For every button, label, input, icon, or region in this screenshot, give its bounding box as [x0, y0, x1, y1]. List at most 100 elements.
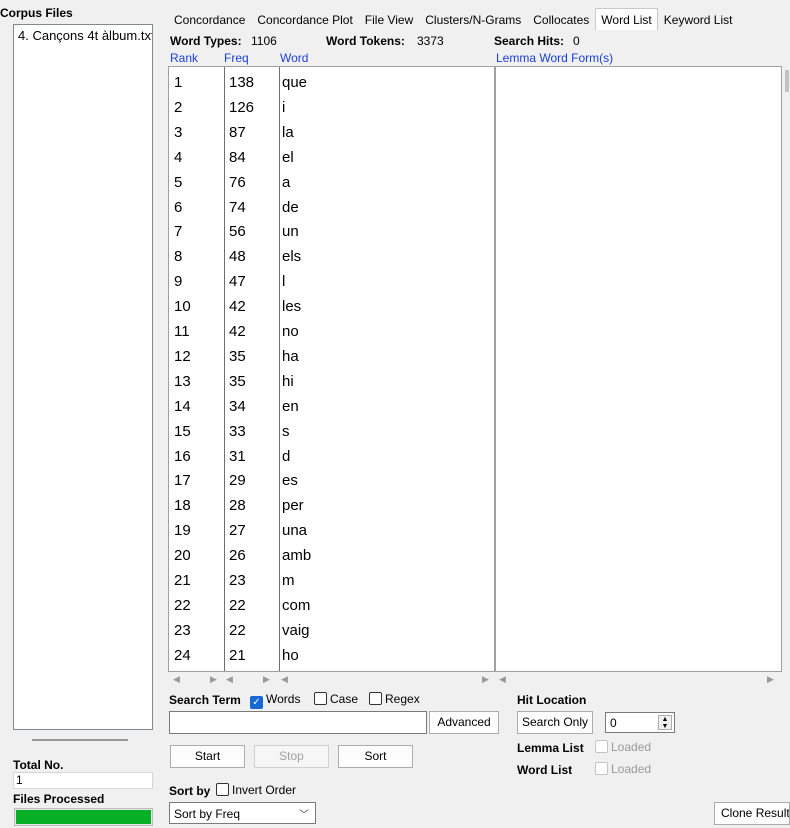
column-header-freq[interactable]: Freq [224, 51, 249, 65]
freq-cell: 74 [229, 198, 246, 216]
word-cell: d [282, 447, 291, 465]
word-cell: el [282, 148, 294, 166]
scroll-right-icon[interactable]: ▶ [210, 674, 217, 685]
freq-cell: 84 [229, 148, 246, 166]
lemma-column-hscrollbar[interactable]: ◀ ▶ [495, 674, 782, 686]
rank-cell: 2 [174, 98, 183, 116]
start-button[interactable]: Start [170, 745, 245, 768]
stop-button[interactable]: Stop [254, 745, 329, 768]
word-list-table[interactable]: 1 138 que 2 126 i 3 87 la 4 84 el 5 76 a 6 74 de 7 56 un 8 48 e… [168, 66, 495, 672]
table-row[interactable]: 6 74 de [169, 194, 494, 218]
checkbox-box[interactable] [369, 692, 382, 705]
lemma-word-form-pane[interactable] [495, 66, 782, 672]
freq-cell: 33 [229, 422, 246, 440]
column-header-lemma[interactable]: Lemma Word Form(s) [496, 51, 613, 65]
freq-cell: 47 [229, 273, 246, 291]
chevron-down-icon[interactable]: ﹀ [299, 806, 309, 821]
table-row[interactable]: 17 29 es [169, 467, 494, 491]
table-row[interactable]: 8 48 els [169, 243, 494, 267]
table-row[interactable]: 12 35 ha [169, 343, 494, 367]
search-hits-value: 0 [573, 34, 580, 48]
word-list-loaded-checkbox: Loaded [595, 762, 651, 776]
search-term-input[interactable] [169, 711, 427, 734]
corpus-files-header: Corpus Files [0, 6, 73, 20]
table-row[interactable]: 7 56 un [169, 218, 494, 242]
tab-file-view[interactable]: File View [359, 8, 419, 30]
corpus-file-item[interactable]: 4. Cançons 4t àlbum.txt [14, 25, 152, 46]
table-row[interactable]: 16 31 d [169, 443, 494, 467]
rank-column-hscrollbar[interactable]: ◀ ▶ [168, 674, 223, 686]
table-row[interactable]: 15 33 s [169, 418, 494, 442]
words-checkbox[interactable]: ✓ Words [250, 692, 300, 709]
table-row[interactable]: 14 34 en [169, 393, 494, 417]
freq-column-hscrollbar[interactable]: ◀ ▶ [223, 674, 278, 686]
scroll-left-icon[interactable]: ◀ [281, 674, 288, 685]
corpus-file-list[interactable]: 4. Cançons 4t àlbum.txt [13, 24, 153, 730]
spin-arrows-icon[interactable]: ▲ ▼ [658, 715, 672, 730]
sort-button[interactable]: Sort [338, 745, 413, 768]
hit-location-value[interactable]: 0 [610, 716, 617, 730]
table-row[interactable]: 3 87 la [169, 119, 494, 143]
advanced-button[interactable]: Advanced [429, 711, 499, 734]
table-row[interactable]: 2 126 i [169, 94, 494, 118]
scroll-right-icon[interactable]: ▶ [263, 674, 270, 685]
column-header-word[interactable]: Word [280, 51, 308, 65]
word-cell: s [282, 422, 290, 440]
clone-results-button[interactable]: Clone Results [714, 802, 790, 825]
checkbox-box[interactable] [216, 783, 229, 796]
rank-cell: 16 [174, 447, 191, 465]
table-row[interactable]: 11 42 no [169, 318, 494, 342]
word-cell: es [282, 472, 298, 490]
rank-cell: 19 [174, 522, 191, 540]
checkmark-icon[interactable]: ✓ [250, 696, 263, 709]
table-row[interactable]: 19 27 una [169, 517, 494, 541]
table-row[interactable]: 10 42 les [169, 293, 494, 317]
scroll-left-icon[interactable]: ◀ [173, 674, 180, 685]
table-row[interactable]: 5 76 a [169, 169, 494, 193]
table-row[interactable]: 23 22 vaig [169, 617, 494, 641]
table-row[interactable]: 21 23 m [169, 567, 494, 591]
case-checkbox[interactable]: Case [314, 692, 358, 706]
invert-order-checkbox[interactable]: Invert Order [216, 783, 296, 797]
tab-word-list[interactable]: Word List [595, 8, 658, 30]
freq-cell: 21 [229, 646, 246, 664]
table-row[interactable]: 24 21 ho [169, 642, 494, 666]
rank-cell: 8 [174, 248, 183, 266]
hit-location-stepper[interactable]: 0 ▲ ▼ [605, 712, 675, 733]
table-row[interactable]: 22 22 com [169, 592, 494, 616]
tab-keyword-list[interactable]: Keyword List [658, 8, 739, 30]
word-list-label: Word List [517, 763, 573, 777]
word-cell: vaig [282, 621, 310, 639]
total-no-label: Total No. [13, 758, 64, 772]
tab-concordance-plot[interactable]: Concordance Plot [251, 8, 358, 30]
vertical-scrollbar[interactable] [782, 66, 790, 672]
word-cell: de [282, 198, 299, 216]
scroll-right-icon[interactable]: ▶ [482, 674, 489, 685]
freq-cell: 34 [229, 397, 246, 415]
column-header-rank[interactable]: Rank [170, 51, 198, 65]
word-column-hscrollbar[interactable]: ◀ ▶ [278, 674, 494, 686]
table-row[interactable]: 18 28 per [169, 492, 494, 516]
lemma-list-label: Lemma List [517, 741, 584, 755]
regex-checkbox[interactable]: Regex [369, 692, 420, 706]
checkbox-box[interactable] [314, 692, 327, 705]
tab-collocates[interactable]: Collocates [527, 8, 595, 30]
splitter-handle[interactable] [32, 739, 128, 741]
table-row[interactable]: 13 35 hi [169, 368, 494, 392]
table-row[interactable]: 4 84 el [169, 144, 494, 168]
table-row[interactable]: 20 26 amb [169, 542, 494, 566]
freq-cell: 56 [229, 223, 246, 241]
freq-cell: 76 [229, 173, 246, 191]
word-cell: en [282, 397, 299, 415]
tab-concordance[interactable]: Concordance [168, 8, 251, 30]
rank-cell: 15 [174, 422, 191, 440]
search-only-button[interactable]: Search Only [517, 711, 593, 734]
scrollbar-thumb[interactable] [785, 70, 789, 92]
tab-clusters-ngrams[interactable]: Clusters/N-Grams [419, 8, 527, 30]
scroll-left-icon[interactable]: ◀ [499, 674, 506, 685]
sort-by-select[interactable]: Sort by Freq ﹀ [169, 802, 316, 824]
scroll-right-icon[interactable]: ▶ [767, 674, 774, 685]
table-row[interactable]: 1 138 que [169, 69, 494, 93]
table-row[interactable]: 9 47 l [169, 268, 494, 292]
scroll-left-icon[interactable]: ◀ [226, 674, 233, 685]
